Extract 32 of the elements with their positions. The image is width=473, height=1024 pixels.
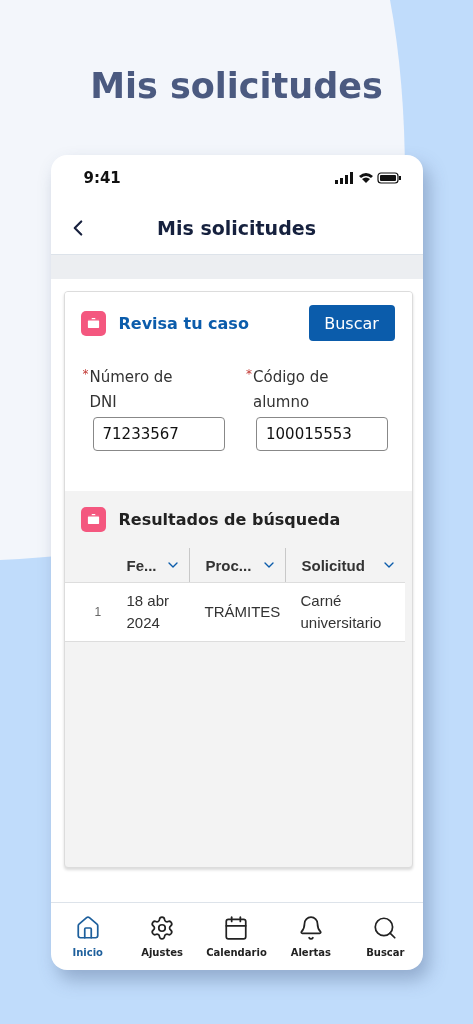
required-mark: * xyxy=(82,366,89,383)
table-cell-text: TRÁMITES xyxy=(204,602,281,622)
field-label: Código de alumno xyxy=(253,367,330,413)
input-field[interactable]: 71233567 xyxy=(92,417,225,451)
input-field[interactable]: 100015553 xyxy=(256,417,388,451)
briefcase-icon xyxy=(80,310,106,336)
battery-icon xyxy=(376,172,401,184)
field-label: Número de DNI xyxy=(89,367,174,413)
tab-bar-item[interactable]: Inicio xyxy=(50,903,125,970)
tab-bar-item[interactable]: Calendario xyxy=(199,903,274,970)
briefcase-icon xyxy=(80,507,106,532)
required-mark: * xyxy=(246,366,252,383)
column-header[interactable]: Fe... xyxy=(110,548,189,582)
results-title: Resultados de búsqueda xyxy=(118,510,341,529)
wifi-icon xyxy=(358,173,373,183)
tab-bar-item[interactable]: Alertas xyxy=(273,903,349,970)
signal-icon xyxy=(334,172,353,184)
settings-icon xyxy=(149,915,176,941)
bell-icon xyxy=(297,915,324,941)
search-button[interactable]: Buscar xyxy=(308,305,395,341)
table-cell-text: Carné universitario xyxy=(300,591,383,633)
table-cell-text: 18 abr 2024 xyxy=(126,591,171,633)
tab-bar-item[interactable]: Ajustes xyxy=(124,903,200,970)
home-icon xyxy=(74,915,101,941)
screen-title: Mis solicitudes xyxy=(157,216,316,239)
search-icon xyxy=(372,915,399,941)
page-heading: Mis solicitudes xyxy=(90,66,383,106)
row-number: 1 xyxy=(94,604,102,621)
calendar-icon xyxy=(223,915,250,941)
card-title: Revisa tu caso xyxy=(118,313,249,333)
tab-bar-item[interactable]: Buscar xyxy=(348,903,423,970)
status-time: 9:41 xyxy=(83,169,121,187)
